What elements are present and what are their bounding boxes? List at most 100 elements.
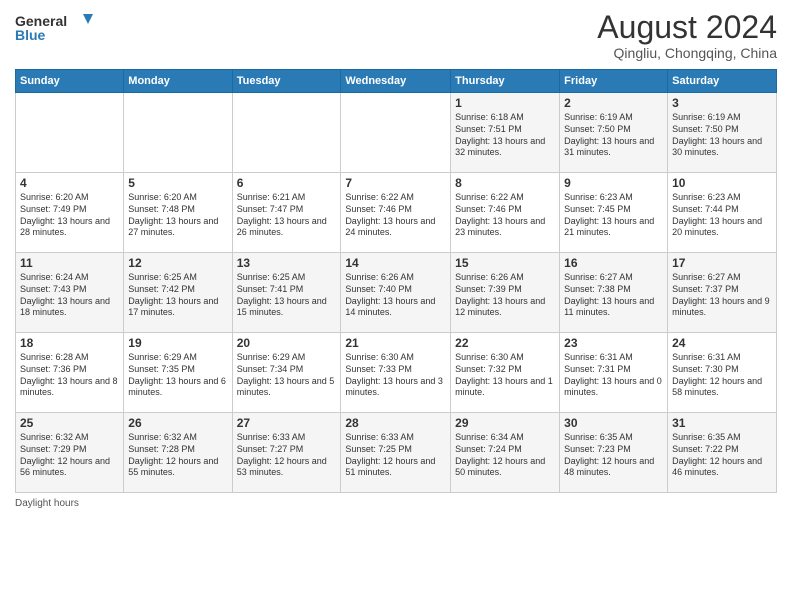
calendar-cell: 25 Sunrise: 6:32 AM Sunset: 7:29 PM Dayli… — [16, 413, 124, 493]
day-info: Sunrise: 6:31 AM Sunset: 7:30 PM Dayligh… — [672, 352, 772, 399]
day-info: Sunrise: 6:23 AM Sunset: 7:44 PM Dayligh… — [672, 192, 772, 239]
calendar-cell: 6 Sunrise: 6:21 AM Sunset: 7:47 PM Daylig… — [232, 173, 341, 253]
day-info: Sunrise: 6:22 AM Sunset: 7:46 PM Dayligh… — [455, 192, 555, 239]
calendar-cell: 2 Sunrise: 6:19 AM Sunset: 7:50 PM Daylig… — [560, 93, 668, 173]
calendar-cell: 31Sunrise: 6:35 AM Sunset: 7:22 PM Dayli… — [668, 413, 777, 493]
day-number: 12 — [128, 256, 227, 270]
day-number: 13 — [237, 256, 337, 270]
calendar-cell — [16, 93, 124, 173]
day-info: Sunrise: 6:22 AM Sunset: 7:46 PM Dayligh… — [345, 192, 446, 239]
calendar-cell: 10 Sunrise: 6:23 AM Sunset: 7:44 PM Dayli… — [668, 173, 777, 253]
footer: Daylight hours — [15, 498, 777, 509]
day-info: Sunrise: 6:30 AM Sunset: 7:32 PM Dayligh… — [455, 352, 555, 399]
logo-svg: General Blue — [15, 10, 95, 46]
calendar-cell: 20 Sunrise: 6:29 AM Sunset: 7:34 PM Dayli… — [232, 333, 341, 413]
footer-label: Daylight hours — [15, 498, 79, 509]
day-number: 16 — [564, 256, 663, 270]
day-info: Sunrise: 6:29 AM Sunset: 7:34 PM Dayligh… — [237, 352, 337, 399]
day-number: 30 — [564, 416, 663, 430]
day-number: 28 — [345, 416, 446, 430]
weekday-header-sunday: Sunday — [16, 70, 124, 93]
day-number: 11 — [20, 256, 119, 270]
calendar-cell: 11 Sunrise: 6:24 AM Sunset: 7:43 PM Dayli… — [16, 253, 124, 333]
day-number: 24 — [672, 336, 772, 350]
day-number: 9 — [564, 176, 663, 190]
day-info: Sunrise: 6:28 AM Sunset: 7:36 PM Dayligh… — [20, 352, 119, 399]
day-number: 8 — [455, 176, 555, 190]
weekday-header-saturday: Saturday — [668, 70, 777, 93]
day-number: 4 — [20, 176, 119, 190]
day-number: 27 — [237, 416, 337, 430]
calendar-cell: 12Sunrise: 6:25 AM Sunset: 7:42 PM Dayli… — [124, 253, 232, 333]
day-info: Sunrise: 6:20 AM Sunset: 7:48 PM Dayligh… — [128, 192, 227, 239]
calendar-cell: 24 Sunrise: 6:31 AM Sunset: 7:30 PM Dayli… — [668, 333, 777, 413]
main-title: August 2024 — [597, 10, 777, 45]
day-number: 5 — [128, 176, 227, 190]
page: General Blue August 2024 Qingliu, Chongq… — [0, 0, 792, 612]
day-number: 15 — [455, 256, 555, 270]
title-block: August 2024 Qingliu, Chongqing, China — [597, 10, 777, 61]
day-number: 7 — [345, 176, 446, 190]
calendar-cell: 13 Sunrise: 6:25 AM Sunset: 7:41 PM Dayli… — [232, 253, 341, 333]
day-info: Sunrise: 6:30 AM Sunset: 7:33 PM Dayligh… — [345, 352, 446, 399]
calendar-table: SundayMondayTuesdayWednesdayThursdayFrid… — [15, 69, 777, 493]
day-number: 18 — [20, 336, 119, 350]
calendar-cell: 1Sunrise: 6:18 AM Sunset: 7:51 PM Daylig… — [451, 93, 560, 173]
weekday-header-friday: Friday — [560, 70, 668, 93]
day-info: Sunrise: 6:19 AM Sunset: 7:50 PM Dayligh… — [564, 112, 663, 159]
day-number: 6 — [237, 176, 337, 190]
day-info: Sunrise: 6:25 AM Sunset: 7:41 PM Dayligh… — [237, 272, 337, 319]
day-number: 23 — [564, 336, 663, 350]
calendar-cell: 27 Sunrise: 6:33 AM Sunset: 7:27 PM Dayli… — [232, 413, 341, 493]
svg-text:Blue: Blue — [15, 27, 46, 43]
day-info: Sunrise: 6:26 AM Sunset: 7:40 PM Dayligh… — [345, 272, 446, 319]
day-info: Sunrise: 6:29 AM Sunset: 7:35 PM Dayligh… — [128, 352, 227, 399]
calendar-cell: 16 Sunrise: 6:27 AM Sunset: 7:38 PM Dayli… — [560, 253, 668, 333]
day-info: Sunrise: 6:33 AM Sunset: 7:27 PM Dayligh… — [237, 432, 337, 479]
day-info: Sunrise: 6:32 AM Sunset: 7:28 PM Dayligh… — [128, 432, 227, 479]
weekday-header-thursday: Thursday — [451, 70, 560, 93]
calendar-cell: 8 Sunrise: 6:22 AM Sunset: 7:46 PM Daylig… — [451, 173, 560, 253]
weekday-header-monday: Monday — [124, 70, 232, 93]
day-info: Sunrise: 6:33 AM Sunset: 7:25 PM Dayligh… — [345, 432, 446, 479]
calendar-cell: 4 Sunrise: 6:20 AM Sunset: 7:49 PM Daylig… — [16, 173, 124, 253]
day-info: Sunrise: 6:27 AM Sunset: 7:37 PM Dayligh… — [672, 272, 772, 319]
calendar-cell: 26Sunrise: 6:32 AM Sunset: 7:28 PM Dayli… — [124, 413, 232, 493]
day-info: Sunrise: 6:35 AM Sunset: 7:23 PM Dayligh… — [564, 432, 663, 479]
calendar-cell — [232, 93, 341, 173]
day-number: 19 — [128, 336, 227, 350]
header: General Blue August 2024 Qingliu, Chongq… — [15, 10, 777, 61]
calendar-cell: 22 Sunrise: 6:30 AM Sunset: 7:32 PM Dayli… — [451, 333, 560, 413]
day-number: 22 — [455, 336, 555, 350]
day-info: Sunrise: 6:21 AM Sunset: 7:47 PM Dayligh… — [237, 192, 337, 239]
calendar-cell — [341, 93, 451, 173]
calendar-cell: 21 Sunrise: 6:30 AM Sunset: 7:33 PM Dayli… — [341, 333, 451, 413]
day-info: Sunrise: 6:20 AM Sunset: 7:49 PM Dayligh… — [20, 192, 119, 239]
calendar-cell: 18 Sunrise: 6:28 AM Sunset: 7:36 PM Dayli… — [16, 333, 124, 413]
calendar-cell: 19 Sunrise: 6:29 AM Sunset: 7:35 PM Dayli… — [124, 333, 232, 413]
day-number: 31 — [672, 416, 772, 430]
calendar-cell: 17 Sunrise: 6:27 AM Sunset: 7:37 PM Dayli… — [668, 253, 777, 333]
day-number: 1 — [455, 96, 555, 110]
calendar-cell: 14Sunrise: 6:26 AM Sunset: 7:40 PM Dayli… — [341, 253, 451, 333]
calendar-cell: 5 Sunrise: 6:20 AM Sunset: 7:48 PM Daylig… — [124, 173, 232, 253]
day-number: 2 — [564, 96, 663, 110]
day-number: 20 — [237, 336, 337, 350]
day-info: Sunrise: 6:32 AM Sunset: 7:29 PM Dayligh… — [20, 432, 119, 479]
day-info: Sunrise: 6:31 AM Sunset: 7:31 PM Dayligh… — [564, 352, 663, 399]
day-info: Sunrise: 6:26 AM Sunset: 7:39 PM Dayligh… — [455, 272, 555, 319]
calendar-cell: 9Sunrise: 6:23 AM Sunset: 7:45 PM Daylig… — [560, 173, 668, 253]
calendar-cell: 29 Sunrise: 6:34 AM Sunset: 7:24 PM Dayli… — [451, 413, 560, 493]
day-info: Sunrise: 6:34 AM Sunset: 7:24 PM Dayligh… — [455, 432, 555, 479]
weekday-header-tuesday: Tuesday — [232, 70, 341, 93]
day-number: 25 — [20, 416, 119, 430]
day-number: 3 — [672, 96, 772, 110]
weekday-header-wednesday: Wednesday — [341, 70, 451, 93]
day-number: 17 — [672, 256, 772, 270]
sub-title: Qingliu, Chongqing, China — [597, 45, 777, 61]
day-number: 10 — [672, 176, 772, 190]
day-info: Sunrise: 6:27 AM Sunset: 7:38 PM Dayligh… — [564, 272, 663, 319]
day-number: 21 — [345, 336, 446, 350]
day-number: 29 — [455, 416, 555, 430]
day-info: Sunrise: 6:24 AM Sunset: 7:43 PM Dayligh… — [20, 272, 119, 319]
